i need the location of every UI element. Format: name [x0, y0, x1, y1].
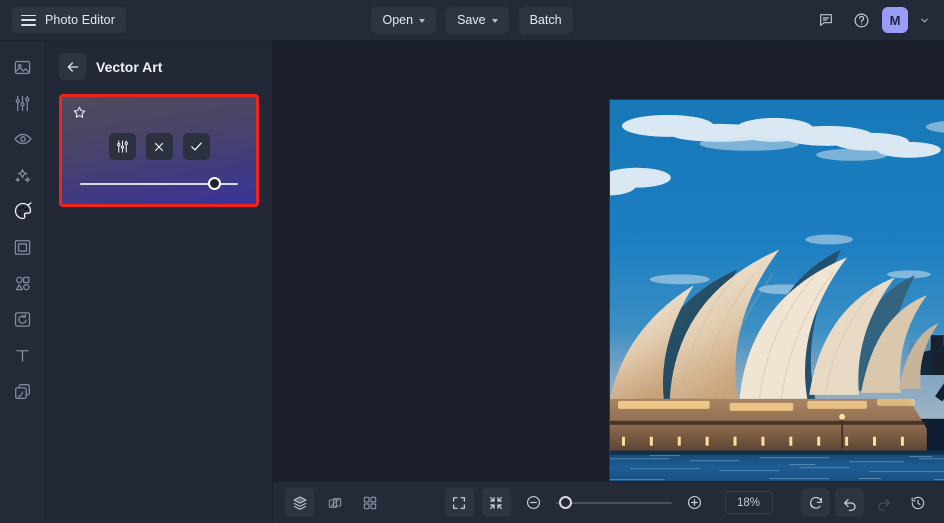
layers-icon [292, 495, 307, 510]
effect-settings-button[interactable] [108, 133, 136, 160]
hamburger-icon [21, 14, 36, 26]
file-actions: Open Save Batch [0, 6, 944, 34]
zoom-slider-thumb[interactable] [558, 495, 572, 509]
batch-button[interactable]: Batch [518, 6, 573, 34]
sliders-icon [15, 95, 30, 111]
sidebar-item-layers[interactable] [6, 377, 40, 405]
sidebar-item-artistic[interactable] [6, 197, 40, 225]
palette-icon [14, 202, 32, 220]
redo-icon [877, 498, 890, 511]
avatar[interactable]: M [882, 7, 908, 33]
image-icon [14, 60, 31, 74]
app-title: Photo Editor [45, 13, 115, 27]
history-icon [911, 496, 924, 509]
zoom-level-input[interactable]: 18% [724, 491, 773, 514]
effect-cancel-button[interactable] [145, 133, 173, 160]
layers-copy-icon [15, 383, 30, 399]
history-button[interactable] [903, 488, 932, 517]
sidebar-item-effects[interactable] [6, 161, 40, 189]
canvas-area: 18% [273, 41, 944, 523]
effect-apply-button[interactable] [182, 133, 210, 160]
photo-editor-app: Photo Editor Open Save Batch M Vector Ar… [0, 0, 944, 523]
save-button-label: Save [457, 13, 486, 27]
save-button[interactable]: Save [446, 6, 509, 34]
reset-button[interactable] [801, 488, 830, 517]
slider-thumb[interactable] [207, 177, 221, 190]
artboard[interactable] [609, 99, 944, 481]
reset-icon [809, 496, 822, 509]
editor-body: Vector Art 18% [0, 41, 944, 523]
arrow-left-icon [67, 61, 78, 72]
help-circle-icon [854, 13, 868, 27]
undo-icon [843, 498, 856, 511]
zoom-slider[interactable] [555, 495, 672, 510]
effect-card-actions [72, 133, 246, 160]
crop-rotate-icon [14, 311, 31, 327]
sidebar-item-adjust[interactable] [6, 89, 40, 117]
panel-header: Vector Art [59, 53, 259, 80]
close-icon [154, 142, 164, 151]
canvas-stage[interactable] [273, 41, 944, 481]
redo-button[interactable] [869, 488, 898, 517]
zoom-out-button[interactable] [519, 488, 548, 517]
grid-button[interactable] [355, 488, 384, 517]
history-controls [801, 488, 932, 517]
layers-button[interactable] [285, 488, 314, 517]
compare-icon [328, 497, 341, 508]
help-button[interactable] [847, 6, 875, 34]
feedback-button[interactable] [812, 6, 840, 34]
eye-icon [13, 133, 32, 145]
chevron-down-icon [419, 18, 426, 23]
bottom-toolbar: 18% [273, 481, 944, 523]
artwork-sydney-opera-house [610, 100, 944, 481]
sidebar-item-image[interactable] [6, 53, 40, 81]
tool-panel: Vector Art [46, 41, 273, 523]
minus-circle-icon [526, 495, 540, 510]
comment-icon [820, 14, 832, 26]
shapes-icon [15, 276, 30, 290]
panel-back-button[interactable] [59, 53, 86, 80]
account-menu-toggle[interactable] [915, 13, 934, 28]
sidebar-item-transform[interactable] [6, 305, 40, 333]
account-actions: M [812, 6, 934, 34]
frame-icon [14, 239, 31, 255]
fullscreen-icon [453, 496, 465, 509]
chevron-down-icon [921, 18, 928, 22]
open-button[interactable]: Open [371, 6, 437, 34]
sparkles-icon [15, 168, 31, 182]
check-icon [190, 142, 202, 151]
plus-circle-icon [687, 495, 701, 510]
sidebar-item-frames[interactable] [6, 233, 40, 261]
zoom-slider-track [555, 501, 672, 504]
favorite-star-icon[interactable] [72, 105, 87, 125]
undo-button[interactable] [835, 488, 864, 517]
tool-rail [0, 41, 46, 523]
page-title: Vector Art [96, 58, 163, 75]
sidebar-item-text[interactable] [6, 341, 40, 369]
zoom-in-button[interactable] [680, 488, 709, 517]
grid-icon [363, 496, 376, 509]
batch-button-label: Batch [529, 13, 562, 27]
chevron-down-icon [491, 18, 498, 23]
app-menu-button[interactable]: Photo Editor [12, 7, 126, 33]
text-icon [16, 349, 29, 362]
effect-card-vector-art[interactable] [59, 94, 259, 207]
sidebar-item-retouch[interactable] [6, 125, 40, 153]
top-toolbar: Photo Editor Open Save Batch M [0, 0, 944, 41]
fit-to-screen-button[interactable] [481, 488, 511, 517]
view-tools [285, 488, 384, 517]
compare-button[interactable] [320, 488, 349, 517]
sidebar-item-elements[interactable] [6, 269, 40, 297]
fit-to-screen-icon [490, 496, 502, 509]
fullscreen-button[interactable] [444, 488, 474, 517]
open-button-label: Open [382, 13, 414, 27]
effect-intensity-slider[interactable] [72, 177, 246, 191]
sliders-icon [116, 140, 128, 153]
